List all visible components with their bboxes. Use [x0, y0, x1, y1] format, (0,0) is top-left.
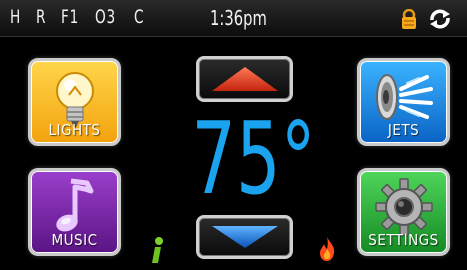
- sync-icon[interactable]: [428, 9, 452, 33]
- settings-button[interactable]: SETTINGS: [357, 168, 450, 256]
- arrow-up-icon: [211, 67, 278, 91]
- status-code-heater: H: [10, 6, 22, 28]
- status-code-r: R: [35, 6, 47, 28]
- status-codes: H R F1 O3 C: [10, 6, 147, 28]
- info-icon[interactable]: [149, 236, 165, 270]
- music-button[interactable]: MUSIC: [28, 168, 121, 256]
- status-bar: H R F1 O3 C 1:36pm: [0, 0, 467, 37]
- status-code-ozone: O3: [95, 6, 117, 28]
- status-code-filter: F1: [60, 6, 79, 28]
- flame-icon: [318, 236, 336, 266]
- lights-label: LIGHTS: [48, 121, 101, 139]
- arrow-down-icon: [211, 226, 278, 248]
- jets-label: JETS: [387, 121, 420, 139]
- gear-icon: [374, 178, 433, 236]
- temperature-display: 75°: [191, 100, 316, 217]
- status-code-c: C: [133, 6, 145, 28]
- clock-time: 1:36pm: [210, 6, 267, 30]
- settings-label: SETTINGS: [368, 231, 439, 249]
- music-label: MUSIC: [51, 231, 98, 249]
- lock-icon[interactable]: [402, 8, 416, 33]
- music-note-icon: [55, 178, 93, 232]
- jets-icon: [375, 74, 433, 120]
- temperature-down-button[interactable]: [196, 215, 293, 259]
- temperature-up-button[interactable]: [196, 56, 293, 102]
- jets-button[interactable]: JETS: [357, 58, 450, 146]
- lights-button[interactable]: LIGHTS: [28, 58, 121, 146]
